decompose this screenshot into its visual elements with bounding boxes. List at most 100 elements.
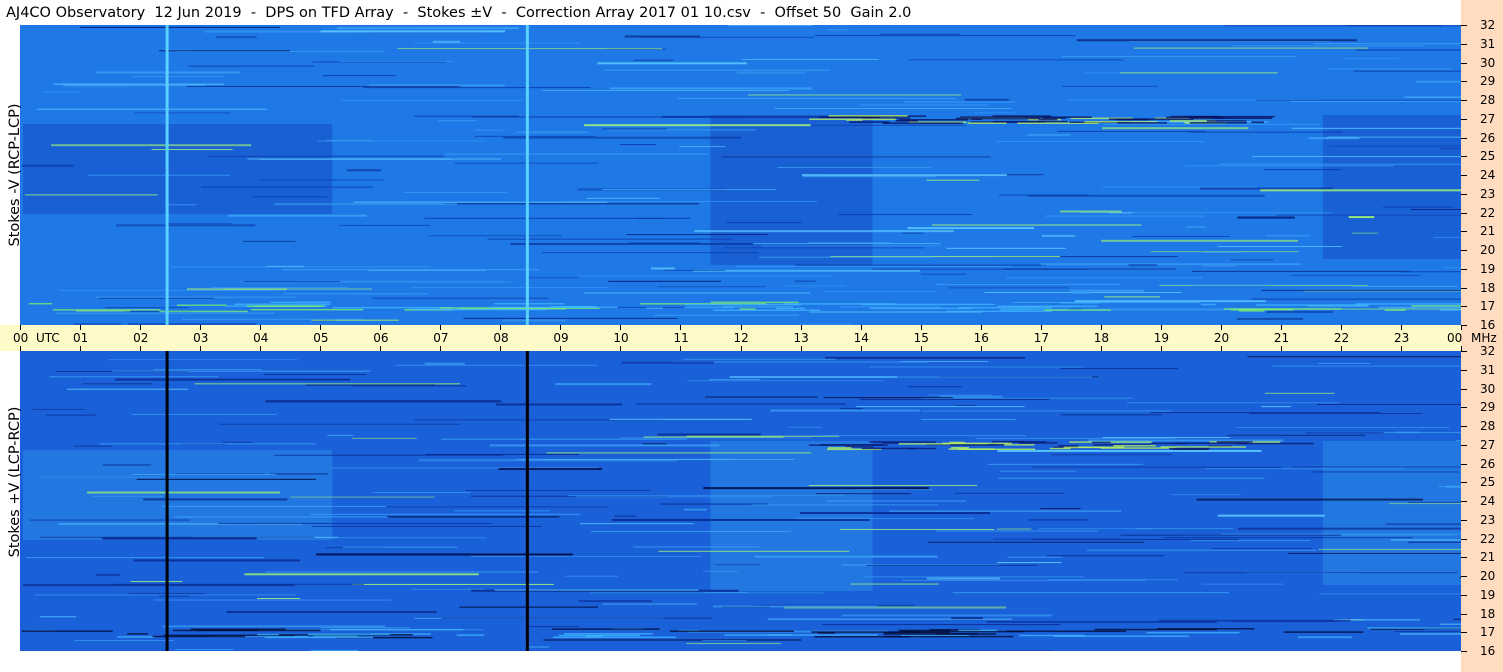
time-tick-mark xyxy=(920,325,922,330)
heatmap-streak xyxy=(803,176,936,178)
heatmap-streak xyxy=(575,496,772,498)
heatmap-streak xyxy=(621,361,714,364)
heatmap-streak xyxy=(1237,216,1295,219)
heatmap-streak xyxy=(828,447,852,449)
heatmap-streak xyxy=(1249,413,1423,415)
heatmap-streak xyxy=(802,174,1007,177)
heatmap-streak xyxy=(1351,285,1459,287)
heatmap-streak xyxy=(742,58,879,60)
heatmap-streak xyxy=(342,546,458,548)
freq-tick-mark xyxy=(1461,482,1467,484)
time-tick-mark xyxy=(620,325,622,330)
heatmap-streak xyxy=(1202,265,1236,267)
heatmap-streak xyxy=(456,634,485,636)
freq-tick-mark xyxy=(1461,250,1467,251)
heatmap-streak xyxy=(870,307,973,310)
heatmap-streak xyxy=(1032,466,1282,468)
heatmap-streak xyxy=(21,630,113,632)
heatmap-streak xyxy=(116,224,256,227)
heatmap-streak xyxy=(475,129,504,131)
heatmap-streak xyxy=(363,87,591,89)
time-tick-label: 19 xyxy=(1153,331,1170,345)
heatmap-streak xyxy=(685,303,801,306)
heatmap-streak xyxy=(607,280,722,282)
heatmap-streak xyxy=(1184,165,1394,167)
heatmap-streak xyxy=(1227,434,1366,436)
heatmap-streak xyxy=(1088,439,1284,442)
heatmap-streak xyxy=(879,33,961,35)
freq-tick-mark xyxy=(1461,426,1467,427)
heatmap-streak xyxy=(838,376,1093,378)
heatmap-streak xyxy=(1251,298,1461,300)
heatmap-streak xyxy=(1199,187,1333,190)
time-tick-label: 10 xyxy=(613,331,629,345)
heatmap-streak xyxy=(1201,583,1284,585)
heatmap-streak xyxy=(1266,310,1334,313)
heatmap-streak xyxy=(808,484,978,486)
heatmap-streak xyxy=(679,146,726,148)
heatmap-streak xyxy=(498,468,603,471)
heatmap-streak xyxy=(597,62,747,65)
heatmap-streak xyxy=(1041,234,1076,237)
heatmap-streak xyxy=(799,323,854,325)
freq-tick-mark xyxy=(1461,576,1467,577)
heatmap-streak xyxy=(606,129,756,131)
heatmap-streak xyxy=(167,223,232,225)
time-tick-mark xyxy=(740,325,742,330)
vertical-event-line xyxy=(525,351,529,651)
heatmap-streak xyxy=(49,376,219,378)
heatmap-streak xyxy=(542,252,758,254)
freq-tick-mark xyxy=(1461,62,1467,64)
heatmap-streak xyxy=(702,570,738,572)
time-tick-label: 11 xyxy=(673,331,689,345)
freq-tick-mark xyxy=(1461,175,1467,176)
heatmap-streak xyxy=(724,634,791,636)
time-tick-mark xyxy=(260,346,262,351)
heatmap-streak xyxy=(1004,268,1176,270)
heatmap-streak xyxy=(901,232,924,234)
heatmap-streak xyxy=(246,305,325,307)
freq-tick-mark xyxy=(1461,388,1467,390)
heatmap-streak xyxy=(795,264,1046,266)
time-tick-mark xyxy=(560,325,562,330)
heatmap-streak xyxy=(643,436,784,438)
heatmap-streak xyxy=(620,144,656,146)
heatmap-streak xyxy=(636,403,846,405)
heatmap-streak xyxy=(474,135,596,137)
heatmap-streak xyxy=(1044,309,1111,311)
heatmap-streak xyxy=(663,269,726,271)
heatmap-streak xyxy=(816,493,911,495)
time-tick-mark xyxy=(80,325,82,330)
heatmap-streak xyxy=(958,629,997,632)
time-tick-mark xyxy=(260,325,262,330)
heatmap-streak xyxy=(657,286,767,288)
heatmap-streak xyxy=(694,230,955,233)
heatmap-streak xyxy=(1327,68,1453,70)
heatmap-streak xyxy=(250,308,364,311)
heatmap-streak xyxy=(1191,270,1410,272)
time-tick-label: 16 xyxy=(973,331,989,345)
heatmap-streak xyxy=(546,452,812,454)
heatmap-streak xyxy=(242,240,296,242)
heatmap-streak xyxy=(130,580,183,582)
heatmap-streak xyxy=(397,48,663,50)
heatmap-streak xyxy=(1328,145,1461,147)
heatmap-streak xyxy=(53,83,224,85)
heatmap-streak xyxy=(926,577,1000,580)
freq-tick-label: 16 xyxy=(1480,644,1496,658)
heatmap-streak xyxy=(1388,503,1461,505)
heatmap-streak xyxy=(1400,632,1461,635)
heatmap-streak xyxy=(904,101,1016,103)
heatmap-streak xyxy=(131,473,276,475)
heatmap-streak xyxy=(1059,210,1122,213)
heatmap-streak xyxy=(898,629,950,632)
heatmap-streak xyxy=(921,273,967,275)
heatmap-streak xyxy=(1385,523,1461,525)
heatmap-streak xyxy=(1185,115,1275,118)
heatmap-streak xyxy=(1189,117,1272,119)
heatmap-streak xyxy=(775,307,806,310)
heatmap-streak xyxy=(882,122,963,124)
time-tick-mark xyxy=(320,325,322,330)
heatmap-streak xyxy=(487,238,732,240)
heatmap-streak xyxy=(428,235,563,237)
